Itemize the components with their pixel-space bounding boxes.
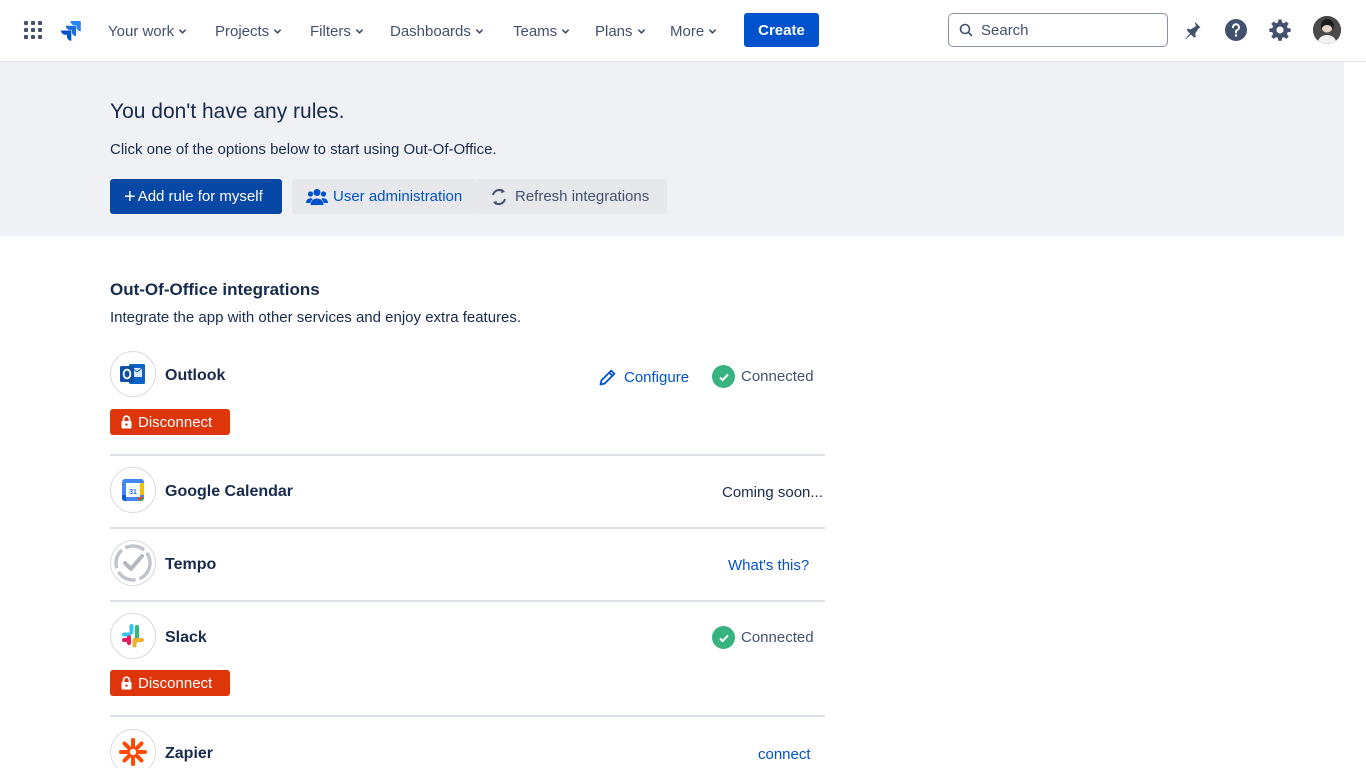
zapier-connect-link[interactable]: connect (758, 746, 811, 763)
user-avatar[interactable] (1313, 16, 1341, 44)
search-icon (959, 23, 973, 37)
nav-teams[interactable]: Teams (513, 0, 570, 62)
divider (110, 600, 825, 602)
top-navigation: Your work Projects Filters Dashboards Te… (0, 0, 1366, 62)
status-label: Connected (741, 629, 814, 646)
refresh-integrations-label: Refresh integrations (515, 188, 650, 205)
slack-disconnect-button[interactable]: Disconnect (110, 670, 230, 696)
integration-name-google-calendar: Google Calendar (165, 483, 294, 500)
search-input[interactable] (981, 21, 1151, 39)
search-box[interactable] (948, 13, 1168, 47)
configure-link[interactable]: Configure (598, 368, 689, 387)
integrations-subtitle: Integrate the app with other services an… (110, 309, 522, 326)
settings-gear-icon[interactable] (1268, 18, 1292, 42)
help-icon[interactable] (1224, 18, 1248, 42)
integrations-title: Out-Of-Office integrations (110, 280, 320, 299)
google-calendar-status: Coming soon... (722, 484, 823, 501)
users-icon (306, 188, 328, 205)
integration-name-zapier: Zapier (165, 745, 214, 762)
create-button[interactable]: Create (744, 13, 819, 47)
tempo-logo (110, 540, 156, 586)
pencil-icon (599, 369, 616, 386)
integration-name-tempo: Tempo (165, 556, 217, 573)
configure-label: Configure (624, 369, 690, 386)
integration-name-outlook: Outlook (165, 367, 226, 384)
chevron-down-icon (708, 28, 717, 34)
chevron-down-icon (178, 28, 187, 34)
nav-dashboards[interactable]: Dashboards (390, 0, 484, 62)
check-circle-icon (712, 365, 735, 388)
nav-projects[interactable]: Projects (215, 0, 282, 62)
chevron-down-icon (355, 28, 364, 34)
app-switcher-icon[interactable] (22, 19, 44, 41)
whats-this-link[interactable]: What's this? (728, 557, 809, 574)
slack-status: Connected (712, 626, 814, 649)
notifications-icon[interactable] (1180, 18, 1204, 42)
chevron-down-icon (273, 28, 282, 34)
refresh-icon (492, 188, 506, 205)
outlook-disconnect-button[interactable]: Disconnect (110, 409, 230, 435)
avatar-image-icon (1313, 16, 1341, 44)
divider (110, 527, 825, 529)
google-calendar-logo: 31 (110, 467, 156, 513)
nav-plans[interactable]: Plans (595, 0, 646, 62)
outlook-status: Connected (712, 365, 814, 388)
nav-filters[interactable]: Filters (310, 0, 364, 62)
disconnect-label: Disconnect (138, 674, 213, 692)
jira-logo-icon[interactable] (58, 18, 84, 44)
svg-text:31: 31 (129, 489, 137, 496)
zapier-logo (110, 729, 156, 768)
banner-title: You don't have any rules. (110, 100, 345, 123)
add-rule-button[interactable]: + Add rule for myself (110, 179, 282, 214)
banner-subtitle: Click one of the options below to start … (110, 141, 497, 158)
chevron-down-icon (475, 28, 484, 34)
nav-label: Plans (595, 22, 633, 40)
nav-your-work[interactable]: Your work (108, 0, 187, 62)
divider (110, 715, 825, 717)
zapier-icon (119, 738, 147, 766)
nav-label: Projects (215, 22, 270, 40)
chevron-down-icon (561, 28, 570, 34)
divider (110, 454, 825, 456)
outlook-icon (120, 364, 145, 384)
nav-label: Your work (108, 22, 175, 40)
nav-label: Filters (310, 22, 351, 40)
plus-icon: + (124, 185, 136, 208)
user-administration-button[interactable]: User administration (292, 179, 476, 214)
disconnect-label: Disconnect (138, 413, 213, 431)
user-administration-label: User administration (333, 188, 463, 205)
lock-icon (121, 676, 132, 690)
slack-icon (122, 624, 144, 648)
slack-logo (110, 613, 156, 659)
nav-label: More (670, 22, 705, 40)
google-calendar-icon: 31 (122, 479, 144, 501)
refresh-integrations-button[interactable]: Refresh integrations (476, 179, 667, 214)
chevron-down-icon (637, 28, 645, 34)
outlook-logo (110, 351, 156, 397)
integration-name-slack: Slack (165, 629, 207, 646)
tempo-icon (114, 544, 152, 582)
nav-more[interactable]: More (670, 0, 717, 62)
add-rule-label: Add rule for myself (137, 188, 263, 205)
lock-icon (121, 415, 132, 429)
nav-label: Dashboards (390, 22, 471, 40)
check-circle-icon (712, 626, 735, 649)
status-label: Connected (741, 368, 814, 385)
nav-label: Teams (513, 22, 558, 40)
